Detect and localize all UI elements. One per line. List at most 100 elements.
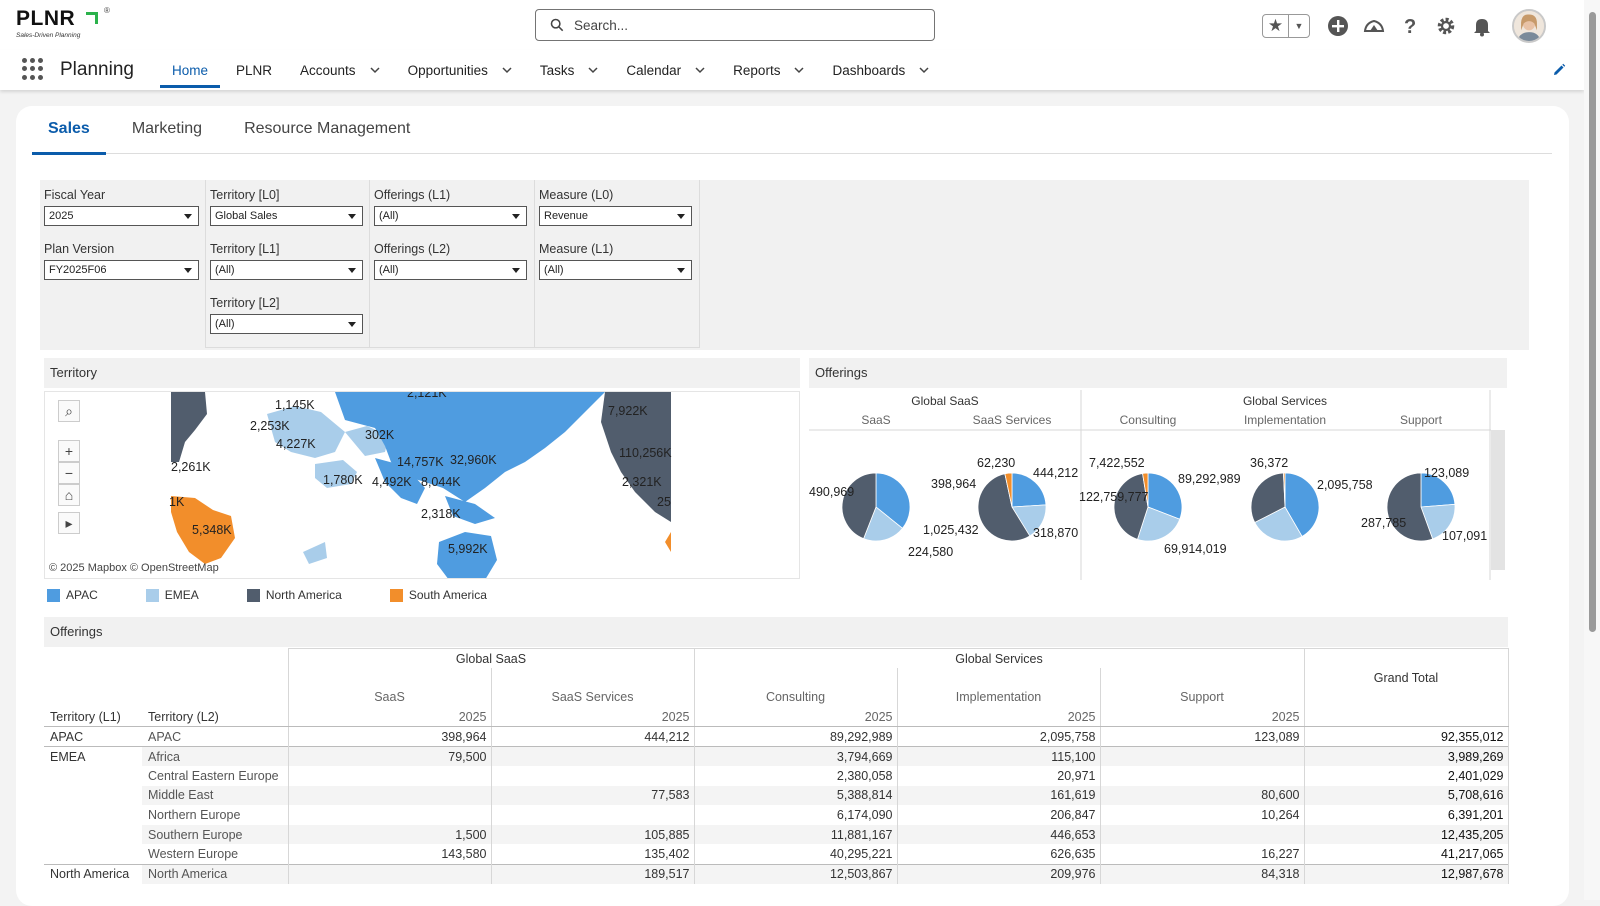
table-row[interactable]: Northern Europe 6,174,090 206,847 10,264 6,3… xyxy=(44,805,1509,825)
add-icon[interactable] xyxy=(1320,10,1356,42)
measure-l0-select[interactable]: Revenue xyxy=(539,206,692,226)
pie-canvas: Global SaaS Global Services SaaS SaaS Ser… xyxy=(809,390,1505,580)
group-header-global-services: Global Services xyxy=(1243,394,1327,408)
value-cell xyxy=(1099,745,1304,767)
chevron-down-icon[interactable] xyxy=(794,65,804,75)
chevron-down-icon[interactable]: ▼ xyxy=(1287,15,1309,37)
table-cell xyxy=(693,668,897,688)
table-row[interactable]: Southern Europe 1,500 105,885 11,881,167 446… xyxy=(44,824,1509,845)
offerings-l1-select[interactable]: (All) xyxy=(374,206,527,226)
chevron-down-icon[interactable] xyxy=(695,65,705,75)
legend-item-emea[interactable]: EMEA xyxy=(145,588,199,602)
row-header-territory-l2: Territory (L2) xyxy=(142,707,288,728)
plan-version-select[interactable]: FY2025F06 xyxy=(44,260,199,280)
star-icon[interactable]: ★ xyxy=(1263,15,1288,37)
nav-items: Home PLNR Accounts Opportunities Tasks Calend… xyxy=(160,50,945,90)
nav-item-opportunities[interactable]: Opportunities xyxy=(396,50,524,90)
favorites-button[interactable]: ★ ▼ xyxy=(1262,14,1310,38)
table-row[interactable]: APAC APAC 398,964 444,212 89,292,989 2,095,75… xyxy=(44,726,1509,747)
table-row[interactable]: Middle East 77,583 5,388,814 161,619 80,600 5… xyxy=(44,785,1509,806)
nav-item-home[interactable]: Home xyxy=(160,50,221,90)
avatar[interactable] xyxy=(1512,9,1546,43)
tab-marketing[interactable]: Marketing xyxy=(116,106,218,154)
legend-label: North America xyxy=(265,588,342,602)
logo-mark xyxy=(86,12,98,24)
global-search[interactable] xyxy=(535,9,935,41)
zoom-out-icon[interactable]: − xyxy=(58,462,80,484)
chevron-down-icon[interactable] xyxy=(588,65,598,75)
bell-icon[interactable] xyxy=(1464,10,1500,42)
nav-item-accounts[interactable]: Accounts xyxy=(288,50,392,90)
measure-l1-select[interactable]: (All) xyxy=(539,260,692,280)
row-header-territory-l1: Territory (L1) xyxy=(44,707,142,728)
app-launcher-icon[interactable] xyxy=(22,58,44,80)
chevron-down-icon[interactable] xyxy=(919,65,929,75)
territory-panel-title: Territory xyxy=(44,358,800,388)
tab-sales[interactable]: Sales xyxy=(32,106,106,155)
nav-item-label: Calendar xyxy=(626,62,682,78)
map-value-label: 1,145K xyxy=(275,398,315,412)
table-cell xyxy=(44,668,142,688)
table-row[interactable]: Central Eastern Europe 2,380,058 20,971 2,4… xyxy=(44,766,1509,786)
nav-item-dashboards[interactable]: Dashboards xyxy=(820,50,941,90)
page-scrollbar[interactable] xyxy=(1584,0,1600,900)
map-value-label: 32,960K xyxy=(450,453,497,467)
search-input[interactable] xyxy=(572,16,912,34)
map-region-north-america-west[interactable] xyxy=(171,392,207,462)
scrollbar-thumb[interactable] xyxy=(1589,12,1596,632)
territory-l1-cell xyxy=(44,805,142,825)
play-icon[interactable]: ▸ xyxy=(58,512,80,534)
offerings-l2-select[interactable]: (All) xyxy=(374,260,527,280)
zoom-in-icon[interactable]: + xyxy=(58,440,80,462)
table-row[interactable]: North America North America 189,517 12,503,… xyxy=(44,863,1509,884)
pie-scrollbar[interactable] xyxy=(1491,430,1505,570)
grand-total-header-top xyxy=(1303,648,1509,669)
value-cell: 16,227 xyxy=(1099,844,1304,865)
nav-item-tasks[interactable]: Tasks xyxy=(528,50,611,90)
table-row[interactable]: EMEA Africa 79,500 3,794,669 115,100 3,989,26… xyxy=(44,745,1509,767)
trailhead-icon[interactable] xyxy=(1356,10,1392,42)
map-search-icon[interactable]: ⌕ xyxy=(58,400,80,422)
table-header-row: Territory (L1) Territory (L2) 2025 2025 2025… xyxy=(44,707,1509,728)
territory-l1-cell xyxy=(44,844,142,864)
territory-l2-select[interactable]: (All) xyxy=(210,314,363,334)
pie-data-label: 62,230 xyxy=(977,456,1015,470)
gear-icon[interactable] xyxy=(1428,10,1464,42)
territory-l0-select[interactable]: Global Sales xyxy=(210,206,363,226)
legend-swatch xyxy=(389,588,403,602)
edit-nav-icon[interactable] xyxy=(1552,63,1566,77)
legend-item-north-america[interactable]: North America xyxy=(246,588,342,602)
nav-item-plnr[interactable]: PLNR xyxy=(224,50,284,90)
legend-item-south-america[interactable]: South America xyxy=(389,588,487,602)
nav-item-label: Accounts xyxy=(300,62,356,78)
fiscal-year-select[interactable]: 2025 xyxy=(44,206,199,226)
territory-l2-cell: Middle East xyxy=(142,785,288,806)
territory-map[interactable]: 1,145K 2,121K 2,253K 4,227K 302K 7,922K 2,261K… xyxy=(44,391,800,579)
fiscal-year-label: Fiscal Year xyxy=(44,188,106,202)
map-region-southern-africa[interactable] xyxy=(303,542,327,564)
territory-l2-cell: Western Europe xyxy=(148,846,239,861)
chevron-down-icon[interactable] xyxy=(370,65,380,75)
territory-l2-label: Territory [L2] xyxy=(210,296,280,310)
map-canvas[interactable]: 1,145K 2,121K 2,253K 4,227K 302K 7,922K 2,261K… xyxy=(45,392,800,579)
value-cell: 84,318 xyxy=(1099,863,1304,884)
territory-l1-select[interactable]: (All) xyxy=(210,260,363,280)
help-icon[interactable]: ? xyxy=(1392,10,1428,42)
map-value-label: 5,348K xyxy=(192,523,232,537)
grand-total-cell: 6,391,201 xyxy=(1303,805,1509,825)
pie-column-header-support: Support xyxy=(1400,413,1443,427)
nav-item-reports[interactable]: Reports xyxy=(721,50,816,90)
tab-resource-management[interactable]: Resource Management xyxy=(228,106,426,154)
home-icon[interactable]: ⌂ xyxy=(58,484,80,506)
plnr-logo[interactable]: PLNR ® Sales-Driven Planning xyxy=(16,6,110,44)
map-value-label: 2,261K xyxy=(171,460,211,474)
nav-item-calendar[interactable]: Calendar xyxy=(614,50,717,90)
chevron-down-icon[interactable] xyxy=(502,65,512,75)
legend-label: APAC xyxy=(66,588,98,602)
table-row[interactable]: Western Europe 143,580 135,402 40,295,221 62… xyxy=(44,844,1509,865)
map-region-south-america-edge[interactable] xyxy=(665,532,671,552)
territory-l2-filter: Territory [L2] (All) xyxy=(210,295,370,334)
legend-item-apac[interactable]: APAC xyxy=(47,588,98,602)
table-cell xyxy=(142,649,288,669)
map-value-label: 4,492K xyxy=(372,475,412,489)
